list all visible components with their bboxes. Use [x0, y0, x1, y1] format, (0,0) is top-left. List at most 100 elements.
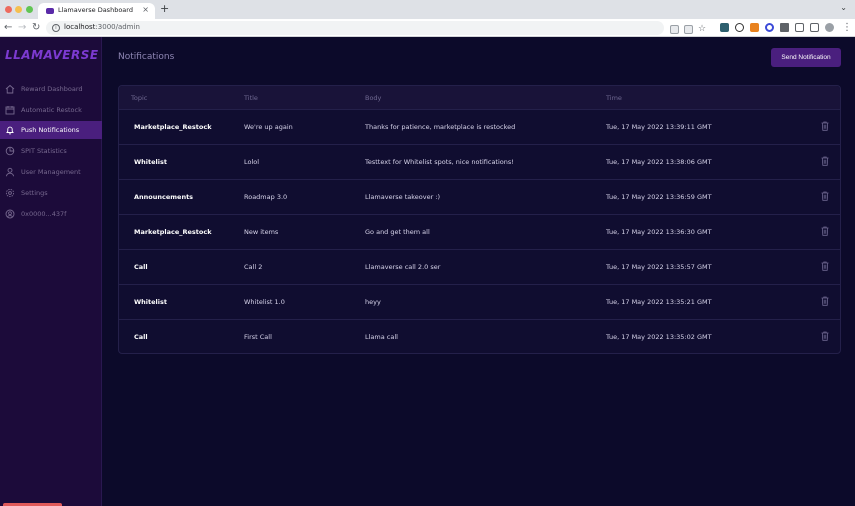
send-notification-button[interactable]: Send Notification — [771, 48, 841, 67]
table-row: Call First Call Llama call Tue, 17 May 2… — [119, 320, 840, 355]
window-zoom-button[interactable] — [26, 6, 33, 13]
sidebar-item-automatic-restock[interactable]: Automatic Restock — [0, 101, 102, 119]
browser-tab[interactable]: Llamaverse Dashboard × — [38, 3, 155, 19]
cell-time: Tue, 17 May 2022 13:36:59 GMT — [606, 193, 712, 201]
cell-time: Tue, 17 May 2022 13:35:21 GMT — [606, 298, 712, 306]
cell-topic: Call — [134, 263, 148, 271]
tab-close-button[interactable]: × — [142, 5, 149, 15]
cell-time: Tue, 17 May 2022 13:36:30 GMT — [606, 228, 712, 236]
side-panel-icon[interactable] — [810, 23, 819, 32]
extension-icon[interactable] — [720, 23, 729, 32]
forward-arrow-icon[interactable]: → — [18, 21, 26, 34]
sidebar-item-label: Automatic Restock — [21, 106, 82, 114]
sidebar-item-reward-dashboard[interactable]: Reward Dashboard — [0, 80, 102, 98]
browser-menu-icon[interactable]: ⋮ — [842, 21, 852, 34]
cell-title: Whitelist 1.0 — [244, 298, 285, 306]
bell-icon — [6, 126, 14, 135]
trash-icon[interactable] — [821, 226, 829, 236]
sidebar-item-spit-statistics[interactable]: SPIT Statistics — [0, 142, 102, 160]
gear-icon — [5, 188, 15, 198]
cell-title: First Call — [244, 333, 272, 341]
cell-topic: Call — [134, 333, 148, 341]
reading-list-icon[interactable] — [795, 23, 804, 32]
reload-icon[interactable]: ↻ — [32, 21, 40, 34]
llama-favicon-icon — [46, 8, 54, 14]
sidebar-item-push-notifications[interactable]: Push Notifications — [0, 121, 102, 139]
sidebar-item-label: Reward Dashboard — [21, 85, 83, 93]
url-text[interactable]: localhost:3000/admin — [64, 23, 140, 31]
window-minimize-button[interactable] — [15, 6, 22, 13]
trash-icon[interactable] — [821, 156, 829, 166]
calendar-icon — [5, 106, 15, 115]
site-info-icon[interactable]: i — [52, 24, 60, 32]
cell-body: Llama call — [365, 333, 398, 341]
table-row: Whitelist Whitelist 1.0 heyy Tue, 17 May… — [119, 285, 840, 320]
browser-tab-bar: Llamaverse Dashboard × + ⌄ — [0, 0, 855, 19]
tab-title: Llamaverse Dashboard — [58, 6, 133, 14]
pie-chart-icon — [5, 146, 15, 156]
cell-title: New items — [244, 228, 279, 236]
cell-body: Llamaverse call 2.0 ser — [365, 263, 441, 271]
sidebar-item-label: Settings — [21, 189, 48, 197]
column-header-time[interactable]: Time — [606, 94, 622, 102]
sidebar-item-label: SPIT Statistics — [21, 147, 67, 155]
cell-time: Tue, 17 May 2022 13:38:06 GMT — [606, 158, 712, 166]
back-arrow-icon[interactable]: ← — [4, 21, 12, 34]
column-header-body[interactable]: Body — [365, 94, 381, 102]
account-icon — [5, 209, 15, 219]
browser-toolbar: ← → ↻ i localhost:3000/admin ☆ ⋮ — [0, 19, 855, 37]
table-header: Topic Title Body Time — [119, 86, 840, 110]
table-row: Call Call 2 Llamaverse call 2.0 ser Tue,… — [119, 250, 840, 285]
extension-icon[interactable] — [735, 23, 744, 32]
column-header-topic[interactable]: Topic — [131, 94, 147, 102]
cell-topic: Marketplace_Restock — [134, 228, 212, 236]
extension-icon[interactable] — [765, 23, 774, 32]
sidebar-item-account[interactable]: 0x0000...437f — [0, 205, 102, 223]
tab-search-chevron-icon[interactable]: ⌄ — [840, 3, 847, 12]
llamaverse-logo[interactable]: LLAMAVERSE — [5, 48, 99, 62]
trash-icon[interactable] — [821, 261, 829, 271]
profile-avatar-icon[interactable] — [825, 23, 834, 32]
cell-body: Thanks for patience, marketplace is rest… — [365, 123, 516, 131]
page-title: Notifications — [118, 52, 175, 62]
user-icon — [6, 167, 14, 177]
table-row: Marketplace_Restock We're up again Thank… — [119, 110, 840, 145]
notifications-table: Topic Title Body Time Marketplace_Restoc… — [118, 85, 841, 354]
sidebar-item-user-management[interactable]: User Management — [0, 163, 102, 181]
table-row: Whitelist Lolol Testtext for Whitelist s… — [119, 145, 840, 180]
window-close-button[interactable] — [5, 6, 12, 13]
main-content: Notifications Send Notification Topic Ti… — [103, 37, 855, 506]
new-tab-button[interactable]: + — [160, 2, 169, 16]
trash-icon[interactable] — [821, 331, 829, 341]
cell-title: We're up again — [244, 123, 293, 131]
cell-body: Llamaverse takeover :) — [365, 193, 441, 201]
trash-icon[interactable] — [821, 296, 829, 306]
address-bar[interactable]: i localhost:3000/admin ☆ — [46, 21, 706, 35]
cell-body: Go and get them all — [365, 228, 430, 236]
sidebar-item-label: 0x0000...437f — [21, 210, 67, 218]
table-row: Announcements Roadmap 3.0 Llamaverse tak… — [119, 180, 840, 215]
bookmark-star-icon[interactable]: ☆ — [698, 23, 706, 35]
sidebar-item-label: Push Notifications — [21, 126, 80, 134]
cell-time: Tue, 17 May 2022 13:35:02 GMT — [606, 333, 712, 341]
table-row: Marketplace_Restock New items Go and get… — [119, 215, 840, 250]
cell-topic: Announcements — [134, 193, 194, 201]
cell-topic: Whitelist — [134, 298, 167, 306]
cell-body: heyy — [365, 298, 381, 306]
cell-topic: Marketplace_Restock — [134, 123, 212, 131]
cell-topic: Whitelist — [134, 158, 167, 166]
sidebar: LLAMAVERSE Reward Dashboard Automatic Re… — [0, 37, 102, 506]
trash-icon[interactable] — [821, 121, 829, 131]
cell-time: Tue, 17 May 2022 13:39:11 GMT — [606, 123, 712, 131]
home-icon — [5, 84, 15, 94]
trash-icon[interactable] — [821, 191, 829, 201]
share-icon[interactable] — [684, 25, 693, 34]
column-header-title[interactable]: Title — [244, 94, 258, 102]
sidebar-item-settings[interactable]: Settings — [0, 184, 102, 202]
cell-title: Roadmap 3.0 — [244, 193, 288, 201]
puzzle-extensions-icon[interactable] — [780, 23, 789, 32]
cell-title: Call 2 — [244, 263, 263, 271]
metamask-fox-icon[interactable] — [750, 23, 759, 32]
cell-time: Tue, 17 May 2022 13:35:57 GMT — [606, 263, 712, 271]
translate-icon[interactable] — [670, 25, 679, 34]
